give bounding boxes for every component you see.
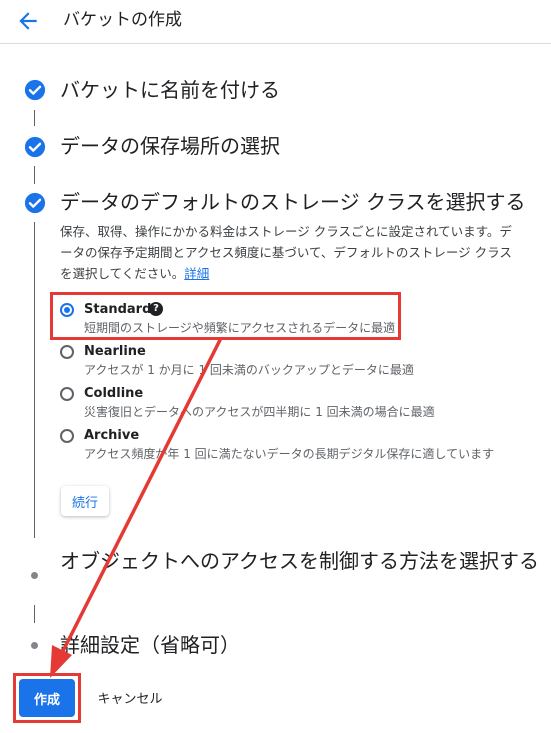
option-archive[interactable]: Archive アクセス頻度が年 1 回に満たないデータの長期デジタル保存に適し… xyxy=(58,426,518,466)
description-line: ータの保存予定期間とアクセス頻度に基づいて、デフォルトのストレージ クラス xyxy=(60,245,512,260)
header: バケットの作成 xyxy=(0,0,551,44)
step-dot xyxy=(31,572,38,579)
step-connector xyxy=(34,166,35,184)
radio-coldline[interactable] xyxy=(60,387,74,401)
radio-nearline[interactable] xyxy=(60,345,74,359)
option-nearline[interactable]: Nearline アクセスが 1 か月に 1 回未満のバックアップとデータに最適 xyxy=(58,342,518,382)
highlight-box xyxy=(50,292,401,340)
option-description: アクセスが 1 か月に 1 回未満のバックアップとデータに最適 xyxy=(84,363,414,377)
option-label: Archive xyxy=(84,428,140,443)
radio-archive[interactable] xyxy=(60,429,74,443)
step-connector xyxy=(34,605,35,623)
check-circle-icon xyxy=(24,136,46,158)
step-connector xyxy=(34,110,35,126)
step-title-advanced[interactable]: 詳細設定（省略可） xyxy=(60,632,240,658)
step-title-storage-class[interactable]: データのデフォルトのストレージ クラスを選択する xyxy=(60,189,526,215)
step-title-name[interactable]: バケットに名前を付ける xyxy=(60,77,280,103)
option-label: Nearline xyxy=(84,344,146,359)
step-dot xyxy=(31,642,38,649)
check-circle-icon xyxy=(24,79,46,101)
description-line: を選択してください。 xyxy=(60,266,185,281)
description-line: 保存、取得、操作にかかる料金はストレージ クラスごとに設定されています。デ xyxy=(60,224,512,239)
page-title: バケットの作成 xyxy=(63,10,182,30)
create-button[interactable]: 作成 xyxy=(19,679,75,717)
check-circle-icon xyxy=(24,192,46,214)
step-connector xyxy=(34,222,35,538)
cancel-button[interactable]: キャンセル xyxy=(90,682,170,712)
continue-button[interactable]: 続行 xyxy=(61,486,109,516)
details-link[interactable]: 詳細 xyxy=(184,266,209,281)
option-description: アクセス頻度が年 1 回に満たないデータの長期デジタル保存に適しています xyxy=(84,447,495,461)
option-description: 災害復旧とデータへのアクセスが四半期に 1 回未満の場合に最適 xyxy=(84,405,435,419)
storage-class-description: 保存、取得、操作にかかる料金はストレージ クラスごとに設定されています。デ ータ… xyxy=(60,221,534,284)
step-title-location[interactable]: データの保存場所の選択 xyxy=(60,133,280,159)
option-coldline[interactable]: Coldline 災害復旧とデータへのアクセスが四半期に 1 回未満の場合に最適 xyxy=(58,384,518,424)
option-label: Coldline xyxy=(84,386,144,401)
step-title-access-control[interactable]: オブジェクトへのアクセスを制御する方法を選択する xyxy=(60,548,539,574)
arrow-back-icon[interactable] xyxy=(15,8,41,34)
